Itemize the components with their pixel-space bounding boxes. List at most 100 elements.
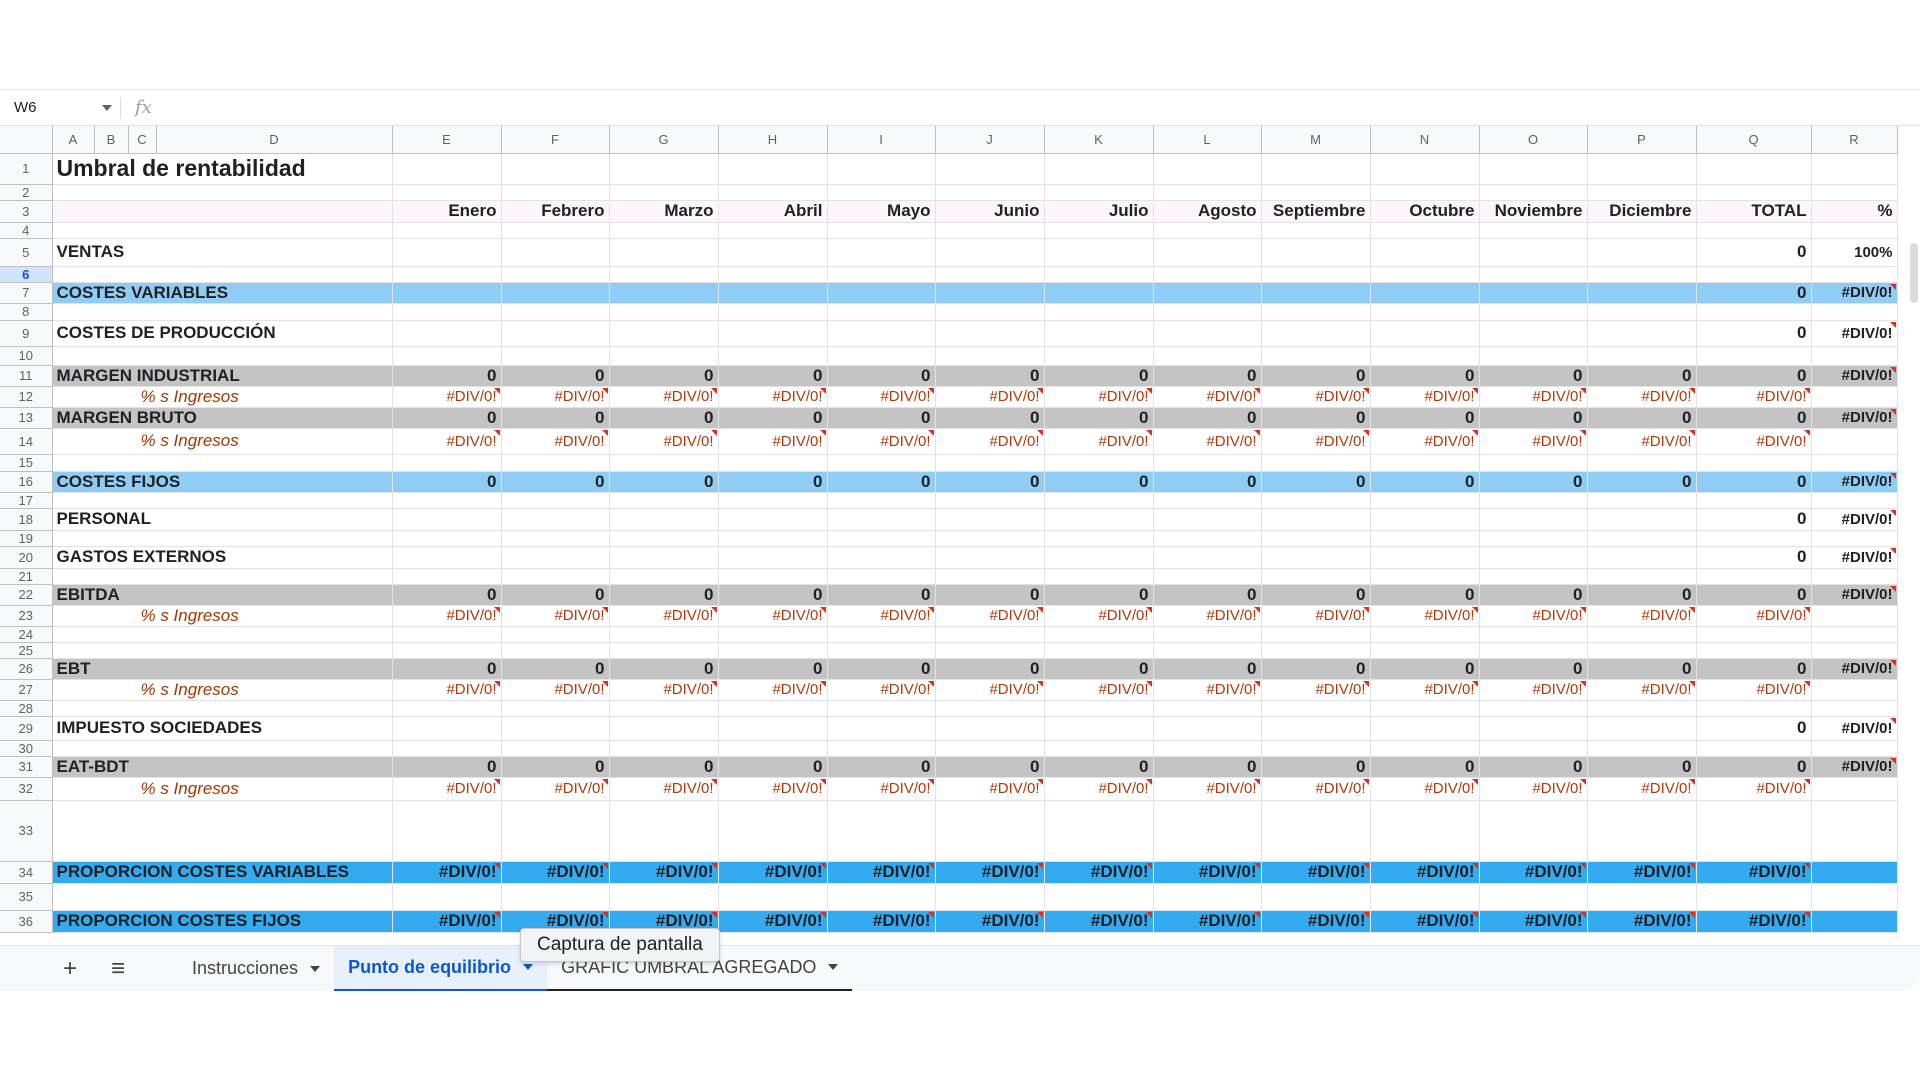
month-value[interactable]: 0 bbox=[501, 658, 610, 680]
ratio-error-value[interactable]: #DIV/0! bbox=[718, 910, 828, 933]
cell[interactable] bbox=[935, 800, 1045, 862]
month-value[interactable]: 0 bbox=[1370, 756, 1480, 778]
cell[interactable] bbox=[718, 346, 828, 366]
cell[interactable] bbox=[718, 508, 828, 531]
cell[interactable] bbox=[935, 184, 1045, 201]
cell[interactable] bbox=[1044, 883, 1154, 911]
cell[interactable] bbox=[1811, 740, 1898, 757]
cell[interactable] bbox=[935, 238, 1045, 267]
row-header[interactable]: 14 bbox=[0, 428, 53, 455]
month-value[interactable]: 0 bbox=[827, 471, 936, 493]
cell[interactable] bbox=[1261, 238, 1371, 267]
row-header[interactable]: 10 bbox=[0, 346, 53, 366]
pct-error-value[interactable]: #DIV/0! bbox=[1261, 777, 1371, 801]
pct-error-value[interactable]: #DIV/0! bbox=[935, 679, 1045, 701]
cell[interactable] bbox=[935, 454, 1045, 472]
cell[interactable] bbox=[609, 700, 719, 717]
cell[interactable] bbox=[1587, 153, 1697, 185]
pct-error-value[interactable]: #DIV/0! bbox=[1044, 679, 1154, 701]
row-label[interactable]: COSTES VARIABLES bbox=[52, 282, 393, 304]
month-value[interactable]: 0 bbox=[1261, 471, 1371, 493]
cell[interactable] bbox=[1479, 530, 1588, 547]
all-sheets-button[interactable]: ≡ bbox=[98, 949, 138, 989]
total-value[interactable]: 0 bbox=[1696, 365, 1812, 387]
ratio-error-value[interactable]: #DIV/0! bbox=[1587, 861, 1697, 884]
month-value[interactable]: 0 bbox=[501, 756, 610, 778]
cell[interactable] bbox=[501, 346, 610, 366]
cell[interactable] bbox=[1479, 716, 1588, 741]
row-label[interactable]: PROPORCION COSTES VARIABLES bbox=[52, 861, 393, 884]
cell[interactable] bbox=[1044, 184, 1154, 201]
column-header[interactable]: M bbox=[1261, 126, 1371, 154]
month-value[interactable]: 0 bbox=[1153, 471, 1262, 493]
column-header[interactable]: A bbox=[52, 126, 95, 154]
cell[interactable] bbox=[609, 282, 719, 304]
cell[interactable] bbox=[827, 546, 936, 569]
cell[interactable] bbox=[392, 222, 502, 239]
row-header[interactable]: 28 bbox=[0, 700, 53, 717]
cell[interactable] bbox=[52, 346, 393, 366]
total-header[interactable]: TOTAL bbox=[1696, 200, 1812, 223]
pct-value[interactable]: #DIV/0! bbox=[1811, 508, 1898, 531]
cell[interactable] bbox=[1479, 800, 1588, 862]
column-header[interactable]: N bbox=[1370, 126, 1480, 154]
row-label[interactable]: GASTOS EXTERNOS bbox=[52, 546, 393, 569]
cell[interactable] bbox=[501, 800, 610, 862]
cell[interactable] bbox=[501, 153, 610, 185]
pct-error-value[interactable]: #DIV/0! bbox=[827, 679, 936, 701]
month-value[interactable]: 0 bbox=[827, 407, 936, 429]
month-value[interactable]: 0 bbox=[1261, 407, 1371, 429]
cell[interactable] bbox=[1587, 530, 1697, 547]
row-header[interactable]: 8 bbox=[0, 303, 53, 321]
cell[interactable] bbox=[1370, 346, 1480, 366]
pct-error-value[interactable]: #DIV/0! bbox=[1370, 679, 1480, 701]
month-header[interactable]: Abril bbox=[718, 200, 828, 223]
cell[interactable] bbox=[935, 883, 1045, 911]
cell[interactable] bbox=[1044, 546, 1154, 569]
month-value[interactable]: 0 bbox=[1261, 658, 1371, 680]
cell[interactable] bbox=[1261, 508, 1371, 531]
cell[interactable] bbox=[827, 266, 936, 283]
cell[interactable] bbox=[1261, 184, 1371, 201]
column-header[interactable]: L bbox=[1153, 126, 1262, 154]
cell[interactable] bbox=[1587, 454, 1697, 472]
cell[interactable] bbox=[501, 883, 610, 911]
row-header[interactable]: 26 bbox=[0, 658, 53, 680]
cell[interactable] bbox=[1370, 184, 1480, 201]
cell[interactable] bbox=[1261, 626, 1371, 643]
month-value[interactable]: 0 bbox=[1479, 658, 1588, 680]
cell[interactable] bbox=[1811, 626, 1898, 643]
cell[interactable] bbox=[609, 153, 719, 185]
cell[interactable] bbox=[1696, 530, 1812, 547]
pct-error-value[interactable]: #DIV/0! bbox=[1044, 777, 1154, 801]
cell[interactable] bbox=[1261, 530, 1371, 547]
row-header[interactable]: 19 bbox=[0, 530, 53, 547]
cell[interactable] bbox=[718, 303, 828, 321]
row-header[interactable]: 2 bbox=[0, 184, 53, 201]
cell[interactable] bbox=[501, 546, 610, 569]
pct-error-value[interactable]: #DIV/0! bbox=[1587, 428, 1697, 455]
pct-error-value[interactable]: #DIV/0! bbox=[827, 386, 936, 408]
month-value[interactable]: 0 bbox=[1261, 756, 1371, 778]
month-value[interactable]: 0 bbox=[1153, 407, 1262, 429]
cell[interactable] bbox=[718, 716, 828, 741]
pct-error-value[interactable]: #DIV/0! bbox=[1044, 605, 1154, 627]
month-value[interactable]: 0 bbox=[827, 584, 936, 606]
month-value[interactable]: 0 bbox=[609, 658, 719, 680]
cell[interactable] bbox=[935, 740, 1045, 757]
ratio-error-value[interactable]: #DIV/0! bbox=[1479, 861, 1588, 884]
pct-error-value[interactable]: #DIV/0! bbox=[1044, 428, 1154, 455]
cell[interactable] bbox=[1153, 492, 1262, 509]
cell[interactable] bbox=[501, 740, 610, 757]
pct-value[interactable]: 100% bbox=[1811, 238, 1898, 267]
cell[interactable] bbox=[392, 642, 502, 659]
cell[interactable] bbox=[827, 568, 936, 585]
pct-error-value[interactable]: #DIV/0! bbox=[1044, 386, 1154, 408]
month-value[interactable]: 0 bbox=[609, 365, 719, 387]
cell[interactable] bbox=[1479, 238, 1588, 267]
cell[interactable] bbox=[1044, 492, 1154, 509]
cell[interactable] bbox=[1587, 184, 1697, 201]
pct-error-value[interactable]: #DIV/0! bbox=[392, 777, 502, 801]
cell[interactable] bbox=[827, 508, 936, 531]
row-header[interactable]: 35 bbox=[0, 883, 53, 911]
